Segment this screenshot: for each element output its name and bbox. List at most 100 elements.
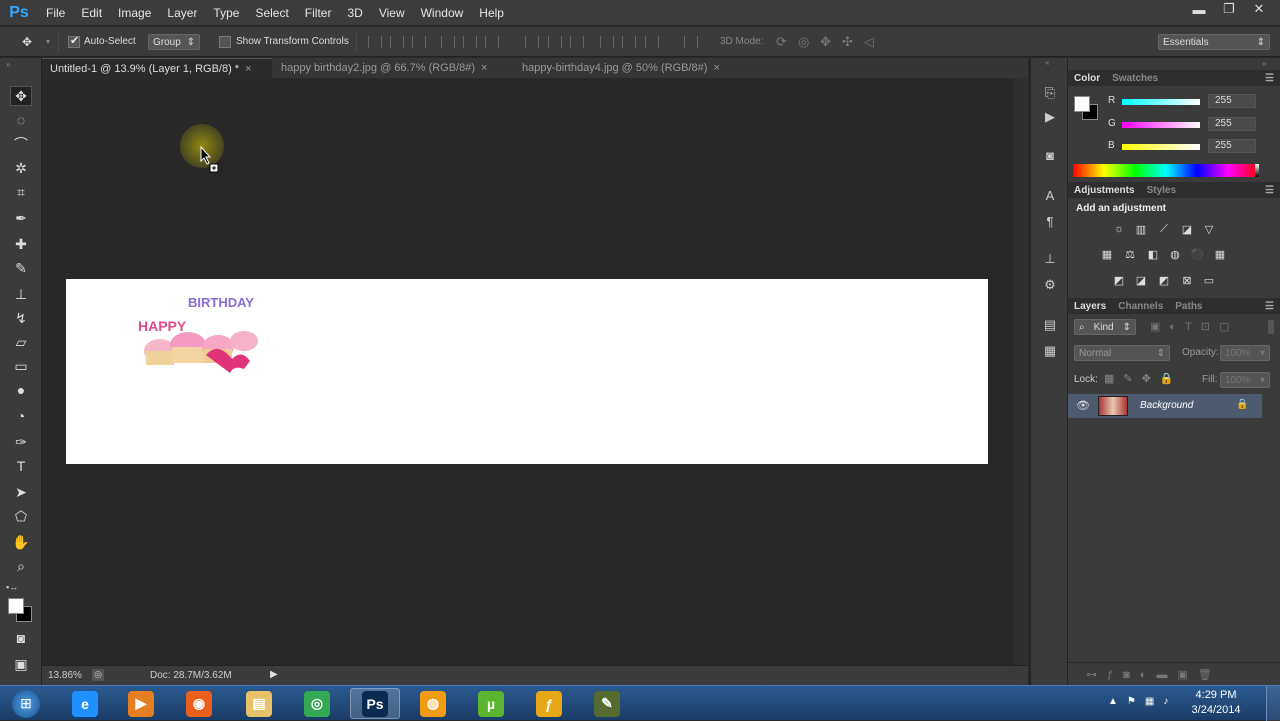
tab-layers[interactable]: Layers (1068, 301, 1112, 312)
roll-3d-icon[interactable]: ◎ (798, 34, 809, 50)
birthday-cupcakes-image[interactable]: BIRTHDAY HAPPY (136, 293, 268, 373)
align-top-icon[interactable] (368, 36, 382, 48)
taskbar-photoshop[interactable]: Ps (350, 688, 400, 719)
align-right-icon[interactable] (485, 36, 499, 48)
curves-icon[interactable]: ⟋ (1157, 223, 1171, 235)
opacity-input[interactable]: 100% ▾ (1220, 345, 1270, 361)
layer-comps-panel-icon[interactable]: ▤ (1041, 316, 1059, 334)
move-tool-icon[interactable]: ✥ (22, 35, 32, 49)
red-value-input[interactable]: 255 (1208, 94, 1256, 108)
magic-wand-tool-icon[interactable]: ✲ (10, 158, 32, 178)
taskbar-dreamweaver[interactable]: ✎ (582, 688, 632, 719)
taskbar-vlc-like[interactable]: ◍ (408, 688, 458, 719)
menu-filter[interactable]: Filter (297, 0, 340, 26)
blend-mode-dropdown[interactable]: Normal ⇕ (1074, 345, 1170, 361)
distribute-vcenter-icon[interactable] (548, 36, 562, 48)
tool-preset-chevron-icon[interactable]: ▾ (46, 37, 50, 46)
photo-filter-icon[interactable]: ◍ (1168, 248, 1182, 261)
tab-swatches[interactable]: Swatches (1106, 73, 1164, 84)
menu-view[interactable]: View (371, 0, 413, 26)
tool-presets-panel-icon[interactable]: ⚙ (1041, 276, 1059, 294)
history-panel-icon[interactable]: ⎘ (1041, 84, 1059, 102)
tab-happy-birthday2[interactable]: happy birthday2.jpg @ 66.7% (RGB/8#) × (273, 58, 513, 78)
healing-brush-tool-icon[interactable]: ✚ (10, 234, 32, 254)
path-selection-tool-icon[interactable]: ➤ (10, 482, 32, 502)
minimize-button[interactable]: ▬ (1184, 0, 1214, 18)
clone-stamp-tool-icon[interactable]: ⊥ (10, 284, 32, 304)
filter-toggle-icon[interactable] (1268, 320, 1274, 334)
invert-icon[interactable]: ◩ (1112, 274, 1126, 287)
lock-options-icons[interactable]: ▦✎✥🔒 (1104, 372, 1183, 385)
auto-select-mode-dropdown[interactable]: Group ⇕ (148, 34, 200, 50)
tab-color[interactable]: Color (1068, 73, 1106, 84)
close-icon[interactable]: × (481, 62, 487, 74)
clone-source-panel-icon[interactable]: ⊥ (1041, 250, 1059, 268)
start-button[interactable]: ⊞ (4, 687, 48, 720)
menu-3d[interactable]: 3D (339, 0, 370, 26)
menu-window[interactable]: Window (413, 0, 472, 26)
dodge-tool-icon[interactable]: ◔ (10, 406, 32, 426)
close-icon[interactable]: × (713, 62, 719, 74)
hue-saturation-icon[interactable]: ▦ (1100, 248, 1114, 261)
menu-type[interactable]: Type (205, 0, 247, 26)
expand-arrows-icon[interactable]: « (1045, 58, 1049, 67)
gradient-map-icon[interactable]: ▭ (1202, 274, 1216, 287)
show-transform-checkbox[interactable] (219, 36, 231, 48)
type-tool-icon[interactable]: T (10, 456, 32, 476)
tab-adjustments[interactable]: Adjustments (1068, 185, 1141, 196)
taskbar-chrome[interactable]: ◎ (292, 688, 342, 719)
layer-name[interactable]: Background (1140, 400, 1193, 411)
channel-mixer-icon[interactable]: ⚫ (1190, 248, 1204, 261)
move-tool-icon[interactable]: ✥ (10, 86, 32, 106)
brightness-contrast-icon[interactable]: ☼ (1112, 223, 1126, 235)
gradient-tool-icon[interactable]: ▭ (10, 356, 32, 376)
new-group-icon[interactable]: ▬ (1156, 669, 1177, 681)
panel-menu-icon[interactable]: ☰ (1265, 73, 1274, 84)
restore-button[interactable]: ❐ (1214, 0, 1244, 18)
blue-slider[interactable] (1122, 144, 1200, 150)
color-foreground-swatch[interactable] (1074, 96, 1090, 112)
exposure-icon[interactable]: ◪ (1180, 223, 1194, 236)
menu-image[interactable]: Image (110, 0, 159, 26)
distribute-right-icon[interactable] (645, 36, 659, 48)
network-icon[interactable]: ▦ (1145, 696, 1163, 707)
distribute-left-icon[interactable] (600, 36, 614, 48)
align-hcenter-icon[interactable] (463, 36, 477, 48)
align-bottom-icon[interactable] (412, 36, 426, 48)
red-slider[interactable] (1122, 99, 1200, 105)
layer-filter-dropdown[interactable]: ⌕ Kind ⇕ (1074, 319, 1136, 335)
crop-tool-icon[interactable]: ⌗ (10, 182, 32, 202)
layer-row-background[interactable]: 👁 Background 🔒 (1068, 394, 1262, 418)
color-spectrum-ramp[interactable] (1073, 164, 1259, 177)
menu-layer[interactable]: Layer (159, 0, 205, 26)
marquee-tool-icon[interactable]: ◌ (10, 110, 32, 130)
add-mask-icon[interactable]: ◙ (1123, 669, 1140, 681)
green-value-input[interactable]: 255 (1208, 117, 1256, 131)
shape-tool-icon[interactable]: ⬠ (10, 506, 32, 526)
default-colors-icon[interactable]: ▪↔ (6, 582, 18, 592)
green-slider[interactable] (1122, 122, 1200, 128)
rotate-3d-icon[interactable]: ⟳ (776, 34, 787, 50)
show-desktop-button[interactable] (1266, 686, 1280, 721)
black-white-icon[interactable]: ◧ (1146, 248, 1160, 261)
collapse-arrows-icon[interactable]: » (6, 60, 10, 69)
menu-help[interactable]: Help (471, 0, 512, 26)
distribute-hcenter-icon[interactable] (622, 36, 636, 48)
color-balance-icon[interactable]: ⚖ (1123, 248, 1137, 261)
notes-panel-icon[interactable]: ▦ (1041, 342, 1059, 360)
trash-icon[interactable]: 🗑 (1198, 669, 1222, 681)
action-center-icon[interactable]: ⚑ (1127, 696, 1145, 707)
history-brush-tool-icon[interactable]: ↯ (10, 308, 32, 328)
quick-mask-icon[interactable]: ◙ (10, 628, 32, 648)
distribute-top-icon[interactable] (525, 36, 539, 48)
fx-icon[interactable]: ƒ (1107, 669, 1123, 681)
auto-align-icon[interactable] (684, 36, 698, 48)
tab-untitled-1[interactable]: Untitled-1 @ 13.9% (Layer 1, RGB/8) * × (42, 58, 272, 78)
clock[interactable]: 4:29 PM 3/24/2014 (1186, 688, 1246, 718)
hand-tool-icon[interactable]: ✋ (10, 532, 32, 552)
align-left-icon[interactable] (441, 36, 455, 48)
show-hidden-icons[interactable]: ▲ (1108, 696, 1127, 707)
new-layer-icon[interactable]: ▣ (1177, 669, 1197, 681)
pen-tool-icon[interactable]: ✑ (10, 432, 32, 452)
foreground-color-swatch[interactable] (8, 598, 24, 614)
